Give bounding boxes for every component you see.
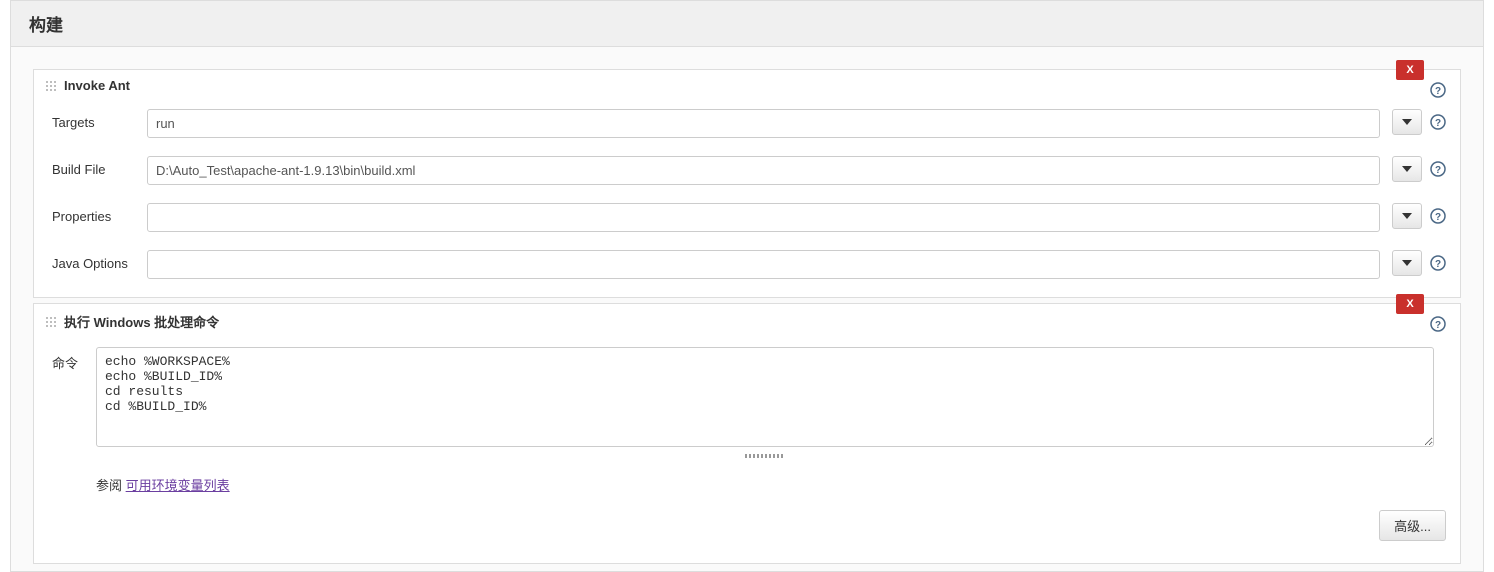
drag-handle-icon[interactable] xyxy=(44,315,58,329)
build-steps-container: X Invoke Ant ? Targets xyxy=(10,47,1484,572)
advanced-button[interactable]: 高级... xyxy=(1379,510,1446,541)
expand-button[interactable] xyxy=(1392,109,1422,135)
section-header: 构建 xyxy=(10,0,1484,47)
svg-text:?: ? xyxy=(1435,86,1441,97)
targets-input[interactable] xyxy=(147,109,1380,138)
help-icon[interactable]: ? xyxy=(1430,114,1446,130)
step-title: Invoke Ant xyxy=(64,78,130,93)
drag-handle-icon[interactable] xyxy=(44,79,58,93)
reference-row: 参阅 可用环境变量列表 xyxy=(34,471,1460,504)
step-header: Invoke Ant ? xyxy=(34,70,1460,97)
form-row-targets: Targets ? xyxy=(34,97,1460,144)
svg-text:?: ? xyxy=(1435,212,1441,223)
form-row-build-file: Build File ? xyxy=(34,144,1460,191)
expand-button[interactable] xyxy=(1392,250,1422,276)
command-label: 命令 xyxy=(52,347,96,372)
form-row-command: 命令 xyxy=(34,335,1460,471)
build-file-input[interactable] xyxy=(147,156,1380,185)
step-header: 执行 Windows 批处理命令 ? xyxy=(34,304,1460,335)
help-icon[interactable]: ? xyxy=(1430,208,1446,224)
step-body: 命令 参阅 可用环境变量列表 高级... xyxy=(34,335,1460,563)
command-textarea[interactable] xyxy=(96,347,1434,447)
step-body: Targets ? Build File xyxy=(34,97,1460,297)
expand-button[interactable] xyxy=(1392,203,1422,229)
env-vars-link[interactable]: 可用环境变量列表 xyxy=(126,478,230,493)
svg-text:?: ? xyxy=(1435,118,1441,129)
textarea-resize-handle[interactable] xyxy=(96,446,1434,465)
svg-text:?: ? xyxy=(1435,165,1441,176)
java-options-label: Java Options xyxy=(52,250,147,271)
expand-button[interactable] xyxy=(1392,156,1422,182)
advanced-row: 高级... xyxy=(34,504,1460,551)
build-step-invoke-ant: X Invoke Ant ? Targets xyxy=(33,69,1461,298)
targets-label: Targets xyxy=(52,109,147,130)
help-icon[interactable]: ? xyxy=(1430,255,1446,271)
step-title: 执行 Windows 批处理命令 xyxy=(64,312,219,331)
help-icon[interactable]: ? xyxy=(1430,161,1446,177)
reference-prefix: 参阅 xyxy=(96,478,126,493)
help-icon[interactable]: ? xyxy=(1430,316,1446,332)
java-options-input[interactable] xyxy=(147,250,1380,279)
build-step-windows-batch: X 执行 Windows 批处理命令 ? 命令 xyxy=(33,303,1461,564)
svg-text:?: ? xyxy=(1435,259,1441,270)
help-icon[interactable]: ? xyxy=(1430,82,1446,98)
properties-input[interactable] xyxy=(147,203,1380,232)
properties-label: Properties xyxy=(52,203,147,224)
svg-text:?: ? xyxy=(1435,320,1441,331)
section-title: 构建 xyxy=(29,16,63,35)
form-row-properties: Properties ? xyxy=(34,191,1460,238)
form-row-java-options: Java Options ? xyxy=(34,238,1460,285)
build-file-label: Build File xyxy=(52,156,147,177)
